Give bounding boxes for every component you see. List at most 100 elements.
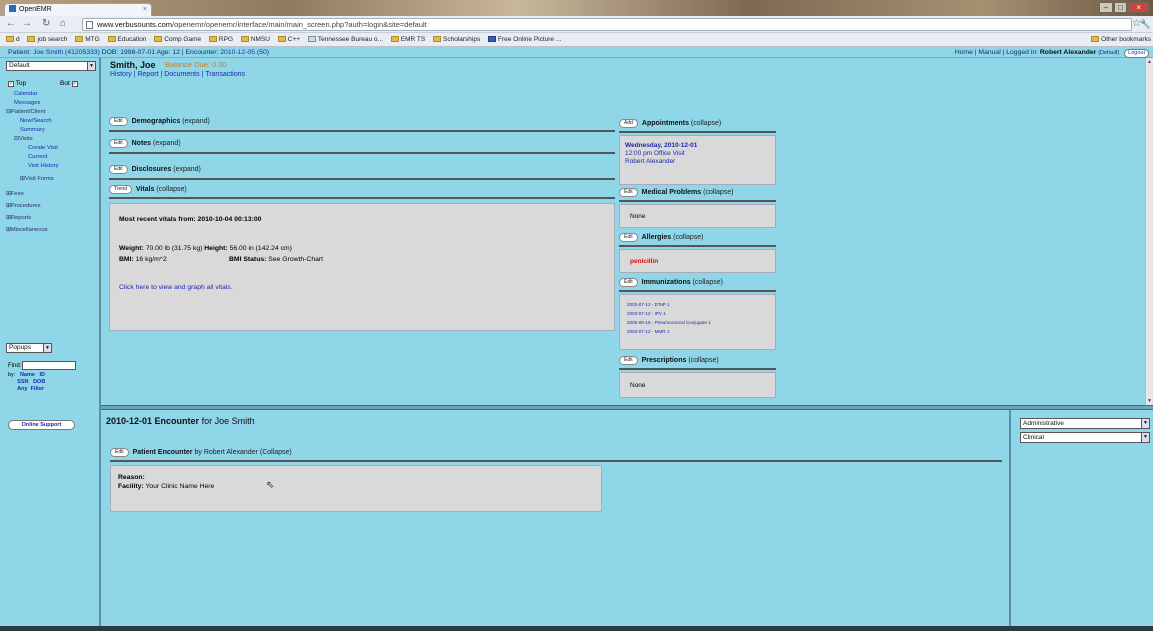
minimize-icon[interactable]: – <box>1099 2 1113 13</box>
patient-link[interactable]: Joe Smith (41205333) <box>33 49 100 56</box>
scroll-up-icon[interactable]: ▲ <box>1146 58 1153 66</box>
scroll-down-icon[interactable]: ▼ <box>1146 397 1153 405</box>
address-bar[interactable]: www.verbusounts.com/openemr/openemr/inte… <box>82 18 1132 31</box>
logout-button[interactable]: Logout <box>1124 49 1149 58</box>
find-by-any[interactable]: Any <box>17 386 27 392</box>
other-bookmarks[interactable]: Other bookmarks <box>1091 33 1151 46</box>
edit-allergies-button[interactable]: Edit <box>619 233 638 242</box>
nav-summary[interactable]: Summary <box>20 126 45 134</box>
edit-disclosures-button[interactable]: Edit <box>109 165 128 174</box>
bookmark-item[interactable]: Scholarships <box>433 33 480 46</box>
manual-link[interactable]: Manual <box>978 49 1000 56</box>
immunization-item[interactable]: 2003-07-12 - IPV 1 <box>627 310 666 318</box>
bookmark-item[interactable]: C++ <box>277 33 300 46</box>
section-patient-encounter: Edit Patient Encounter by Robert Alexande… <box>110 447 292 459</box>
user-name: Robert Alexander <box>1039 49 1097 56</box>
patient-sub-links[interactable]: History | Report | Documents | Transacti… <box>110 71 245 78</box>
back-arrow-icon[interactable]: ← <box>6 18 16 30</box>
browser-title-bar: OpenEMR × – □ × <box>0 0 1153 17</box>
administrative-select[interactable]: Administrative ▼ <box>1020 418 1150 429</box>
collapse-toggle[interactable]: (collapse) <box>693 279 723 286</box>
find-by-dob[interactable]: DOB <box>33 379 45 385</box>
bookmark-item[interactable]: job search <box>27 33 67 46</box>
edit-demographics-button[interactable]: Edit <box>109 117 128 126</box>
nav-miscellaneous[interactable]: ⊞Miscellaneous <box>6 226 48 234</box>
bookmark-item[interactable]: RPG <box>208 33 233 46</box>
expand-toggle[interactable]: (expand) <box>182 118 210 125</box>
immunization-item[interactable]: 2003-07-12 - DTaP 1 <box>627 301 670 309</box>
encounter-by[interactable]: by Robert Alexander (Collapse) <box>194 449 291 456</box>
collapse-toggle[interactable]: (collapse) <box>673 234 703 241</box>
encounter-link[interactable]: 2010-12-05 (50) <box>220 49 269 56</box>
vitals-graph-link[interactable]: Click here to view and graph all vitals. <box>119 284 233 291</box>
collapse-toggle[interactable]: (collapse) <box>703 189 733 196</box>
edit-medical-problems-button[interactable]: Edit <box>619 188 638 197</box>
edit-encounter-button[interactable]: Edit <box>110 448 129 457</box>
nav-create-visit[interactable]: Create Visit <box>28 144 58 152</box>
collapse-toggle[interactable]: (collapse) <box>688 357 718 364</box>
nav-visit-forms[interactable]: ⊞Visit Forms <box>20 175 54 183</box>
find-by-ssn[interactable]: SSN <box>17 379 28 385</box>
nav-fees[interactable]: ⊞Fees <box>6 190 24 198</box>
divider <box>109 130 615 132</box>
find-by-id[interactable]: ID <box>40 372 46 378</box>
window-close-icon[interactable]: × <box>1128 2 1150 13</box>
trend-vitals-button[interactable]: Trend <box>109 185 132 194</box>
online-support-button[interactable]: Online Support <box>8 420 75 430</box>
immunization-item[interactable]: 2005-06-15 - Pneumococcal Conjugate 1 <box>627 319 711 327</box>
folder-icon <box>27 36 36 42</box>
expand-toggle[interactable]: (expand) <box>173 166 201 173</box>
section-demographics: Edit Demographics (expand) <box>109 116 210 128</box>
add-appointment-button[interactable]: Add <box>619 119 638 128</box>
forward-arrow-icon[interactable]: → <box>22 18 32 30</box>
frame-select[interactable]: Default ▼ <box>6 61 96 71</box>
maximize-icon[interactable]: □ <box>1113 2 1128 13</box>
edit-immunizations-button[interactable]: Edit <box>619 278 638 287</box>
appointment-date[interactable]: Wednesday, 2010-12-01 <box>625 142 697 150</box>
nav-calendar[interactable]: Calendar <box>14 90 38 98</box>
home-link[interactable]: Home <box>955 49 973 56</box>
collapse-toggle[interactable]: (collapse) <box>156 186 186 193</box>
nav-procedures[interactable]: ⊞Procedures <box>6 202 41 210</box>
home-icon[interactable]: ⌂ <box>60 18 66 30</box>
bookmark-item[interactable]: EMR TS <box>390 33 425 46</box>
vitals-panel: Most recent vitals from: 2010-10-04 00:1… <box>109 203 615 331</box>
vertical-scrollbar[interactable]: ▲ ▼ <box>1145 58 1153 405</box>
facility-line: Facility: Your Clinic Name Here <box>118 483 215 490</box>
bookmark-item[interactable]: Comp Game <box>154 33 201 46</box>
find-input[interactable] <box>22 361 76 370</box>
vitals-bmi-status: BMI Status: See Growth-Chart <box>229 256 324 263</box>
nav-messages[interactable]: Messages <box>14 99 40 107</box>
find-by-name[interactable]: Name <box>20 372 35 378</box>
nav-visit-history[interactable]: Visit History <box>28 162 59 170</box>
collapse-toggle[interactable]: (collapse) <box>691 120 721 127</box>
nav-current[interactable]: Current <box>28 153 47 161</box>
tab-close-icon[interactable]: × <box>143 4 147 16</box>
browser-tab[interactable]: OpenEMR × <box>4 3 152 17</box>
bookmark-item[interactable]: Free Online Picture ... <box>488 33 561 46</box>
bookmark-item[interactable]: NMSU <box>240 33 270 46</box>
immunization-item[interactable]: 2003-07-12 - MMR 1 <box>627 328 669 336</box>
edit-notes-button[interactable]: Edit <box>109 139 128 148</box>
nav-new-search[interactable]: New/Search <box>20 117 52 125</box>
nav-patient-client[interactable]: ⊟Patient/Client <box>6 108 45 116</box>
popups-select[interactable]: Popups ▼ <box>6 343 52 353</box>
wrench-icon[interactable]: 🔧 <box>1140 18 1151 30</box>
edit-prescriptions-button[interactable]: Edit <box>619 356 638 365</box>
bookmark-item[interactable]: Education <box>107 33 146 46</box>
find-by-filter[interactable]: Filter <box>31 386 44 392</box>
clinical-select[interactable]: Clinical ▼ <box>1020 432 1150 443</box>
expand-toggle[interactable]: (expand) <box>153 140 181 147</box>
find-label: Find: <box>8 363 22 369</box>
appointment-time[interactable]: 12:00 pm Office Visit <box>625 150 685 158</box>
nav-reports[interactable]: ⊞Reports <box>6 214 31 222</box>
nav-visits[interactable]: ⊟Visits <box>14 135 33 143</box>
section-title: Allergies <box>641 234 672 241</box>
bookmark-item[interactable]: d <box>6 33 20 46</box>
top-frame-toggle[interactable]: ✓ Top <box>8 80 26 87</box>
bot-frame-toggle[interactable]: Bot ✓ <box>60 80 78 87</box>
bookmark-item[interactable]: MTG <box>75 33 100 46</box>
reload-icon[interactable]: ↻ <box>42 18 50 30</box>
bookmark-item[interactable]: Tennessee Bureau o... <box>307 33 383 46</box>
section-disclosures: Edit Disclosures (expand) <box>109 164 201 176</box>
